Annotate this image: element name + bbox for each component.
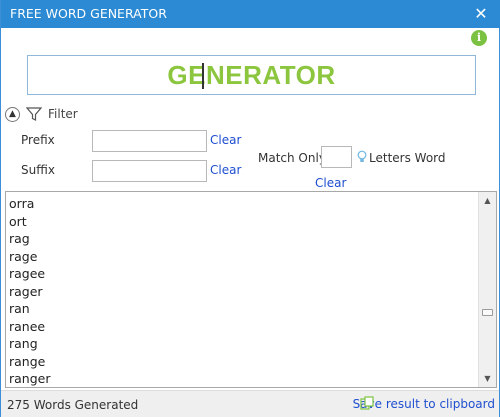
window-title: FREE WORD GENERATOR <box>10 6 167 21</box>
list-item[interactable]: rage <box>9 248 469 266</box>
list-item[interactable]: rager <box>9 283 469 301</box>
list-item[interactable]: range <box>9 353 469 371</box>
letters-word-label: Letters Word <box>369 151 446 165</box>
list-item[interactable]: rang <box>9 335 469 353</box>
word-results-items: orra ort rag rage ragee rager ran ranee rang rang… <box>9 195 469 387</box>
lightbulb-icon <box>357 150 367 162</box>
chevron-up-icon[interactable]: ▲ <box>5 107 20 122</box>
filter-icon[interactable] <box>26 106 42 122</box>
info-icon[interactable]: i <box>471 30 487 46</box>
generator-field-container <box>27 55 476 95</box>
prefix-label: Prefix <box>21 133 55 147</box>
match-only-label: Match Only <box>258 151 326 165</box>
clipboard-icon[interactable] <box>360 396 374 410</box>
word-results-list[interactable]: orra ort rag rage ragee rager ran ranee rang rang… <box>5 191 497 388</box>
close-icon[interactable]: ✕ <box>471 4 491 24</box>
title-bar: FREE WORD GENERATOR ✕ <box>1 0 500 28</box>
match-only-input[interactable] <box>321 146 352 168</box>
scroll-down-arrow-icon[interactable]: ▼ <box>479 370 496 387</box>
list-item[interactable]: rag <box>9 230 469 248</box>
list-item[interactable]: ran <box>9 300 469 318</box>
text-caret <box>202 63 204 89</box>
suffix-clear-link[interactable]: Clear <box>210 163 241 177</box>
words-generated-count: 275 Words Generated <box>7 398 139 412</box>
match-clear-link[interactable]: Clear <box>315 176 346 190</box>
list-item[interactable]: ragee <box>9 265 469 283</box>
list-item[interactable]: ort <box>9 213 469 231</box>
status-bar: 275 Words Generated Save result to clipb… <box>1 390 499 417</box>
list-item[interactable]: orra <box>9 195 469 213</box>
filter-label[interactable]: Filter <box>48 107 78 121</box>
list-item[interactable]: ranger <box>9 370 469 387</box>
prefix-clear-link[interactable]: Clear <box>210 133 241 147</box>
generator-input[interactable] <box>28 56 475 94</box>
scrollbar-thumb[interactable] <box>482 309 493 316</box>
list-item[interactable]: ranee <box>9 318 469 336</box>
prefix-input[interactable] <box>92 130 207 152</box>
app-window: FREE WORD GENERATOR ✕ i ▲ Filter Prefix … <box>0 0 500 417</box>
suffix-input[interactable] <box>92 160 207 182</box>
scroll-up-arrow-icon[interactable]: ▲ <box>479 192 496 209</box>
list-scrollbar[interactable]: ▲ ▼ <box>478 192 496 387</box>
suffix-label: Suffix <box>21 163 55 177</box>
